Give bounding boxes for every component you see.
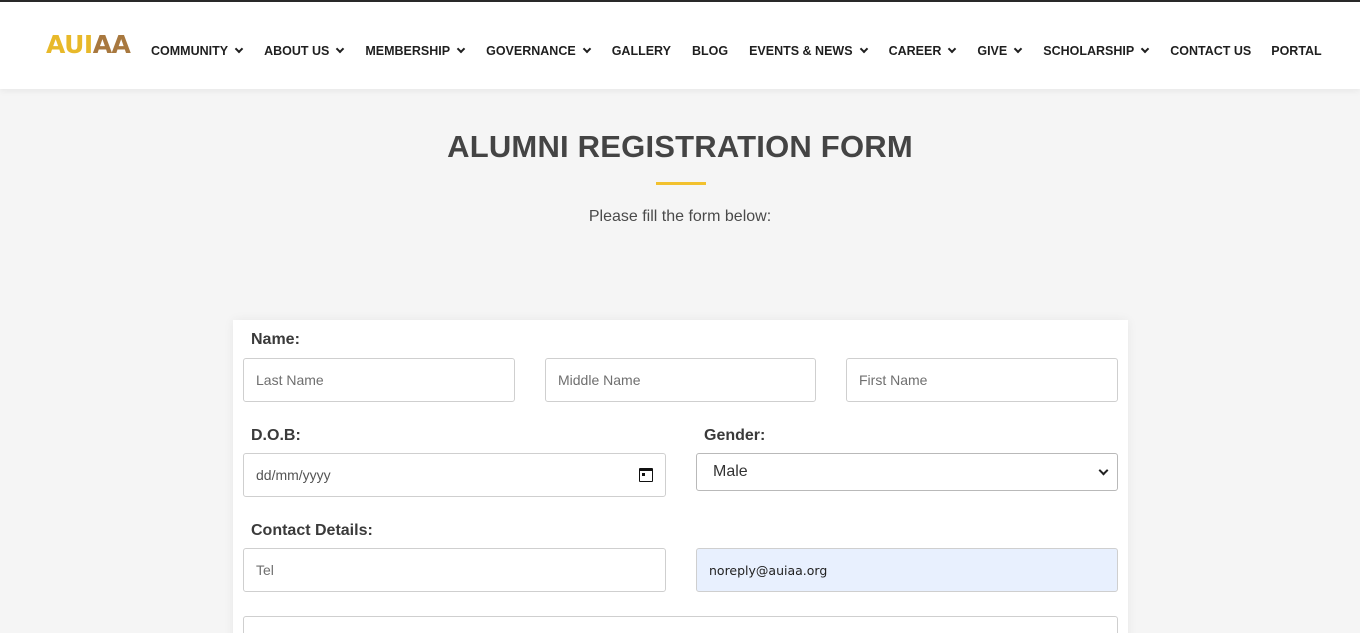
- dob-input[interactable]: dd/mm/yyyy: [243, 453, 666, 497]
- nav-label: GOVERNANCE: [486, 44, 576, 58]
- chevron-down-icon: [456, 44, 466, 54]
- chevron-down-icon: [582, 44, 591, 54]
- nav-label: EVENTS & NEWS: [749, 44, 853, 58]
- nav-label: SCHOLARSHIP: [1043, 44, 1135, 58]
- page-subtitle: Please fill the form below:: [588, 208, 772, 225]
- nav-label: CONTACT US: [1170, 44, 1252, 58]
- nav-label: PORTAL: [1271, 44, 1322, 58]
- nav-item-career[interactable]: CAREER: [888, 44, 957, 58]
- nav-item-governance[interactable]: GOVERNANCE: [486, 44, 591, 58]
- gender-select[interactable]: Male: [696, 453, 1118, 491]
- nav-item-blog[interactable]: BLOG: [692, 44, 728, 58]
- tel-input[interactable]: [243, 548, 666, 592]
- nav-item-membership[interactable]: MEMBERSHIP: [365, 44, 466, 58]
- nav-item-give[interactable]: GIVE: [977, 44, 1023, 58]
- main-nav: COMMUNITY ABOUT US MEMBERSHIP GOVERNANCE…: [151, 44, 1322, 58]
- nav-item-scholarship[interactable]: SCHOLARSHIP: [1043, 44, 1150, 58]
- nav-item-events-news[interactable]: EVENTS & NEWS: [749, 44, 868, 58]
- nav-label: CAREER: [888, 44, 942, 58]
- site-header: AUIAA COMMUNITY ABOUT US MEMBERSHIP GOVE…: [0, 2, 1360, 89]
- registration-form-card: Name: D.O.B: dd/mm/yyyy Gender: Male Con…: [233, 320, 1128, 633]
- site-logo[interactable]: AUIAA: [46, 30, 131, 59]
- nav-label: BLOG: [691, 44, 729, 58]
- nav-label: COMMUNITY: [151, 44, 229, 58]
- chevron-down-icon: [1098, 465, 1109, 475]
- nav-item-gallery[interactable]: GALLERY: [612, 44, 671, 58]
- gender-label: Gender:: [704, 427, 766, 444]
- dob-placeholder: dd/mm/yyyy: [256, 467, 331, 483]
- title-divider: [656, 182, 706, 185]
- page-title: ALUMNI REGISTRATION FORM: [447, 129, 913, 164]
- nav-item-portal[interactable]: PORTAL: [1271, 44, 1321, 58]
- logo-text-primary: AUI: [46, 30, 93, 59]
- contact-details-label: Contact Details:: [251, 522, 373, 539]
- chevron-down-icon: [336, 44, 345, 54]
- dob-label: D.O.B:: [251, 427, 301, 444]
- nav-item-contact-us[interactable]: CONTACT US: [1170, 44, 1251, 58]
- last-name-input[interactable]: [243, 358, 515, 402]
- nav-label: MEMBERSHIP: [365, 44, 451, 58]
- chevron-down-icon: [859, 44, 868, 54]
- chevron-down-icon: [1140, 44, 1150, 54]
- address-input[interactable]: [243, 616, 1118, 633]
- middle-name-input[interactable]: [545, 358, 816, 402]
- email-input[interactable]: noreply@auiaa.org: [696, 548, 1118, 592]
- first-name-input[interactable]: [846, 358, 1118, 402]
- nav-label: GIVE: [977, 44, 1008, 58]
- name-label: Name:: [251, 331, 300, 348]
- chevron-down-icon: [1013, 44, 1023, 54]
- logo-text-secondary: AA: [92, 30, 131, 59]
- nav-item-community[interactable]: COMMUNITY: [151, 44, 244, 58]
- nav-item-about-us[interactable]: ABOUT US: [264, 44, 345, 58]
- nav-label: GALLERY: [611, 44, 671, 58]
- email-value: noreply@auiaa.org: [709, 562, 828, 578]
- chevron-down-icon: [234, 44, 244, 54]
- nav-label: ABOUT US: [264, 44, 330, 58]
- chevron-down-icon: [948, 44, 957, 54]
- gender-selected-value: Male: [713, 463, 748, 480]
- calendar-icon[interactable]: [639, 468, 653, 482]
